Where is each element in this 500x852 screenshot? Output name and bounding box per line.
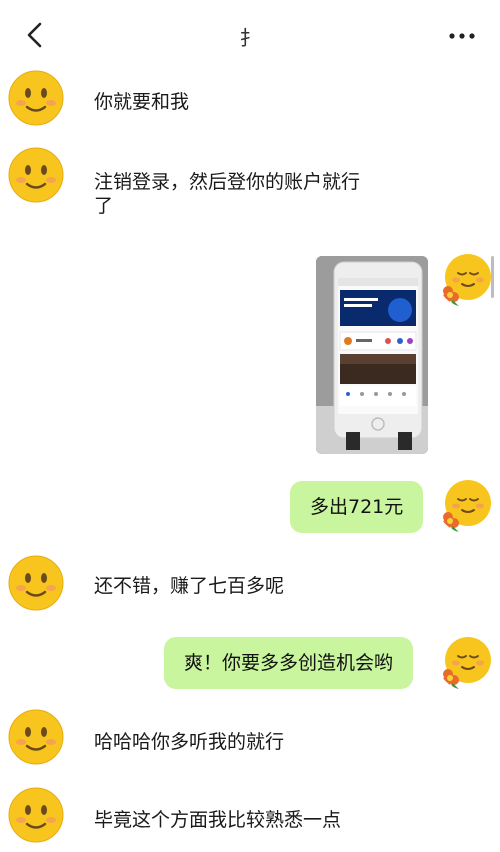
my-avatar[interactable]	[438, 634, 494, 690]
contact-avatar[interactable]	[8, 787, 64, 843]
contact-avatar[interactable]	[8, 147, 64, 203]
my-avatar[interactable]	[438, 477, 494, 533]
received-message: 注销登录，然后登你的账户就行 了	[94, 170, 360, 218]
message-line: 还不错，赚了七百多呢	[94, 575, 285, 597]
chat-header: 扌	[0, 0, 500, 70]
message-line: 你就要和我	[94, 91, 190, 113]
my-avatar[interactable]	[438, 251, 494, 307]
chat-title: 扌	[239, 26, 261, 50]
contact-avatar[interactable]	[8, 709, 64, 765]
received-message: 哈哈哈你多听我的就行	[94, 730, 284, 754]
message-line: 毕竟这个方面我比较熟悉一点	[94, 809, 342, 831]
sent-message[interactable]: 多出721元	[290, 481, 424, 533]
more-dots-icon[interactable]	[448, 28, 476, 42]
contact-avatar[interactable]	[8, 70, 64, 126]
contact-avatar[interactable]	[8, 555, 64, 611]
message-line: 哈哈哈你多听我的就行	[94, 731, 285, 753]
received-message: 毕竟这个方面我比较熟悉一点	[94, 808, 341, 832]
message-line: 注销登录，然后登你的账户就行	[94, 171, 361, 193]
scrollbar[interactable]	[491, 256, 494, 298]
received-message: 你就要和我	[94, 90, 189, 114]
received-message: 还不错，赚了七百多呢	[94, 574, 284, 598]
sent-photo[interactable]	[316, 256, 428, 454]
sent-message[interactable]: 爽！你要多多创造机会哟	[164, 637, 414, 689]
message-line: 了	[94, 195, 114, 217]
